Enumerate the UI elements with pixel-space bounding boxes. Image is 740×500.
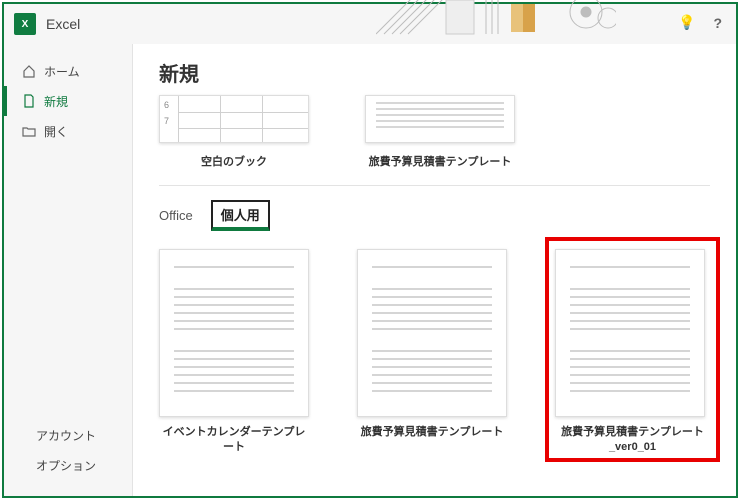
sidebar-item-new[interactable]: 新規 (4, 86, 132, 116)
sidebar-item-account[interactable]: アカウント (4, 420, 132, 450)
sidebar-item-label: アカウント (36, 427, 96, 444)
body: ホーム 新規 開く アカウント オプション (4, 44, 736, 496)
lightbulb-icon[interactable] (678, 14, 695, 31)
template-thumb (159, 249, 309, 417)
header-decoration (376, 0, 616, 38)
folder-open-icon (22, 124, 36, 138)
row-number: 7 (164, 116, 169, 126)
template-label: 旅費予算見積書テンプレート (365, 153, 515, 169)
tab-office[interactable]: Office (159, 208, 193, 223)
sidebar-item-home[interactable]: ホーム (4, 56, 132, 86)
template-thumb (357, 249, 507, 417)
app-window: X Excel ホー (2, 2, 738, 498)
template-thumb (555, 249, 705, 417)
template-card-travel-budget-ver0-01[interactable]: 旅費予算見積書テンプレート_ver0_01 (555, 249, 710, 456)
sidebar-bottom: アカウント オプション (4, 420, 132, 496)
template-source-tabs: Office 個人用 (159, 200, 710, 231)
home-icon (22, 64, 36, 78)
row-number: 6 (164, 100, 169, 110)
tab-personal[interactable]: 個人用 (211, 200, 270, 231)
header-bar: X Excel (4, 4, 736, 44)
sidebar-item-options[interactable]: オプション (4, 450, 132, 480)
sidebar-item-label: 開く (44, 123, 68, 140)
template-card-travel-budget[interactable]: 旅費予算見積書テンプレート (357, 249, 507, 456)
sidebar-item-open[interactable]: 開く (4, 116, 132, 146)
app-title: Excel (46, 16, 80, 32)
personal-templates-row: イベントカレンダーテンプレート 旅費予算見積書テンプレート 旅費予算見積書テンプ… (159, 249, 710, 456)
quick-templates-row: 6 7 空白のブック 旅費予算見積書テンプレート (159, 95, 710, 169)
sidebar-item-label: ホーム (44, 63, 80, 80)
template-label: 空白のブック (159, 153, 309, 169)
help-icon[interactable] (713, 15, 722, 31)
header-actions (678, 14, 722, 31)
main-content: 新規 6 7 空白のブック (132, 44, 736, 496)
document-icon (22, 94, 36, 108)
template-thumb: 6 7 (159, 95, 309, 143)
sidebar: ホーム 新規 開く アカウント オプション (4, 44, 132, 496)
template-label: 旅費予算見積書テンプレート_ver0_01 (555, 425, 710, 456)
template-card-event-calendar[interactable]: イベントカレンダーテンプレート (159, 249, 309, 456)
template-blank-workbook[interactable]: 6 7 空白のブック (159, 95, 309, 169)
template-thumb (365, 95, 515, 143)
page-title: 新規 (159, 58, 710, 87)
excel-app-icon: X (14, 13, 36, 35)
divider (159, 185, 710, 186)
template-label: 旅費予算見積書テンプレート (357, 425, 507, 440)
sidebar-item-label: オプション (36, 457, 96, 474)
template-label: イベントカレンダーテンプレート (159, 425, 309, 456)
sidebar-item-label: 新規 (44, 93, 68, 110)
template-travel-budget[interactable]: 旅費予算見積書テンプレート (365, 95, 515, 169)
